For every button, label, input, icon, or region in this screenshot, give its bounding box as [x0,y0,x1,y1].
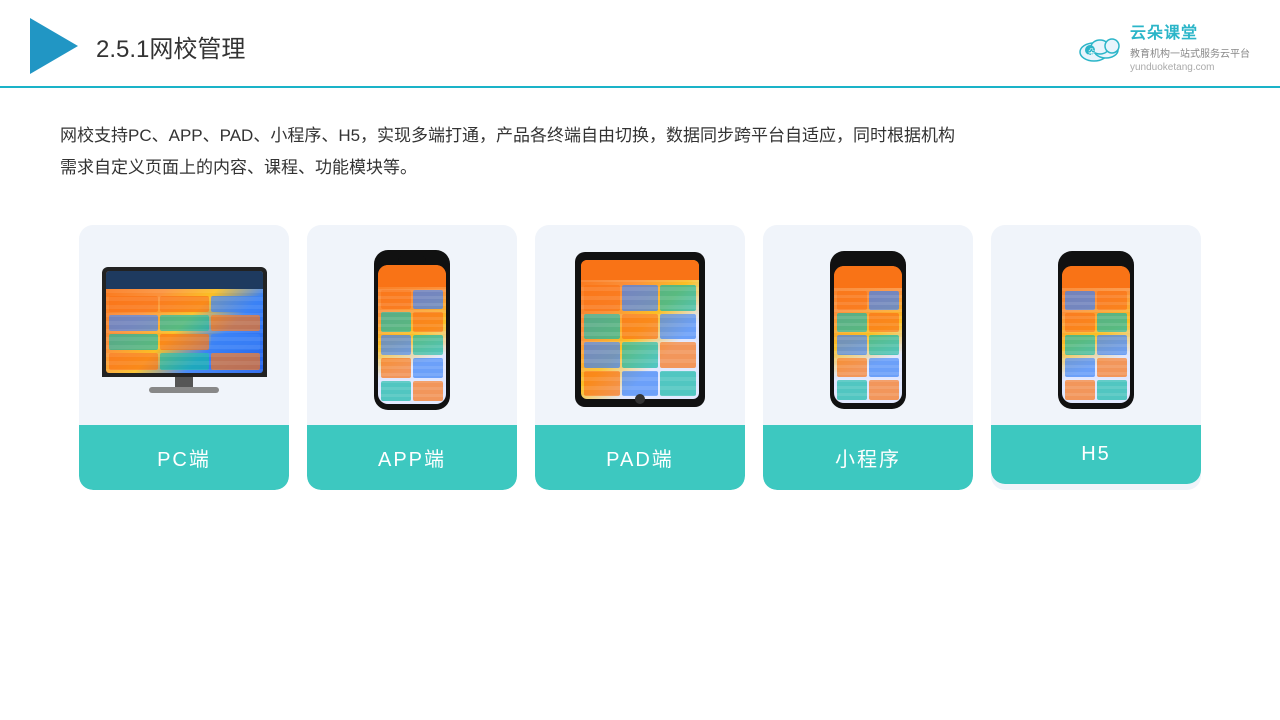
pc-screen-inner [106,271,263,373]
phone-screen [378,265,446,404]
card-app-label: APP端 [307,425,517,490]
card-h5-label: H5 [991,425,1201,484]
card-miniapp-image [763,225,973,425]
brand-slogan: 教育机构一站式服务云平台 [1130,45,1250,60]
logo-triangle [30,18,78,74]
h5-phone-mockup [1058,251,1134,409]
card-pad: PAD端 [535,225,745,490]
miniapp-phone-screen [834,266,902,403]
description-text: 网校支持PC、APP、PAD、小程序、H5，实现多端打通，产品各终端自由切换，数… [0,88,1280,195]
title-prefix: 2.5.1 [96,36,149,63]
pc-device-mockup [102,267,267,393]
card-app-image [307,225,517,425]
card-pc-image [79,225,289,425]
h5-screen-grid [1062,288,1130,403]
brand-url: yunduoketang.com [1130,62,1250,73]
brand-area: 朵 云朵课堂 教育机构一站式服务云平台 yunduoketang.com [1078,19,1250,73]
app-screen-grid [378,287,446,404]
pc-neck [175,377,193,387]
description-paragraph-2: 需求自定义页面上的内容、课程、功能模块等。 [60,152,1220,184]
card-miniapp-label: 小程序 [763,425,973,490]
pad-screen-grid [581,282,699,399]
header-left: 2.5.1网校管理 [30,18,245,74]
phone-notch [398,256,426,262]
miniapp-screen-grid [834,288,902,403]
pc-base [149,387,219,393]
brand-name: 云朵课堂 [1130,19,1250,43]
title-main: 网校管理 [149,36,245,63]
card-miniapp: 小程序 [763,225,973,490]
card-app: APP端 [307,225,517,490]
pc-screen-grid [106,293,263,373]
card-pc: PC端 [79,225,289,490]
cards-container: PC端 [0,195,1280,520]
page-title: 2.5.1网校管理 [96,29,245,64]
miniapp-phone-notch [854,257,882,263]
tablet-screen [581,260,699,399]
description-paragraph: 网校支持PC、APP、PAD、小程序、H5，实现多端打通，产品各终端自由切换，数… [60,120,1220,152]
pc-screen-outer [102,267,267,377]
pad-tablet-mockup [575,252,705,407]
card-h5: H5 [991,225,1201,490]
page-header: 2.5.1网校管理 朵 云朵课堂 教育机构一站式服务云平台 yunduoketa… [0,0,1280,88]
h5-phone-screen [1062,266,1130,403]
svg-text:朵: 朵 [1088,48,1095,56]
brand-logo: 朵 云朵课堂 教育机构一站式服务云平台 yunduoketang.com [1078,19,1250,73]
app-phone-mockup [374,250,450,410]
card-pad-image [535,225,745,425]
miniapp-phone-mockup [830,251,906,409]
card-h5-image [991,225,1201,425]
tablet-home-button [635,394,645,404]
cloud-icon: 朵 [1078,30,1124,62]
card-pc-label: PC端 [79,425,289,490]
card-pad-label: PAD端 [535,425,745,490]
brand-name-text: 云朵课堂 教育机构一站式服务云平台 yunduoketang.com [1130,19,1250,73]
h5-phone-notch [1082,257,1110,263]
